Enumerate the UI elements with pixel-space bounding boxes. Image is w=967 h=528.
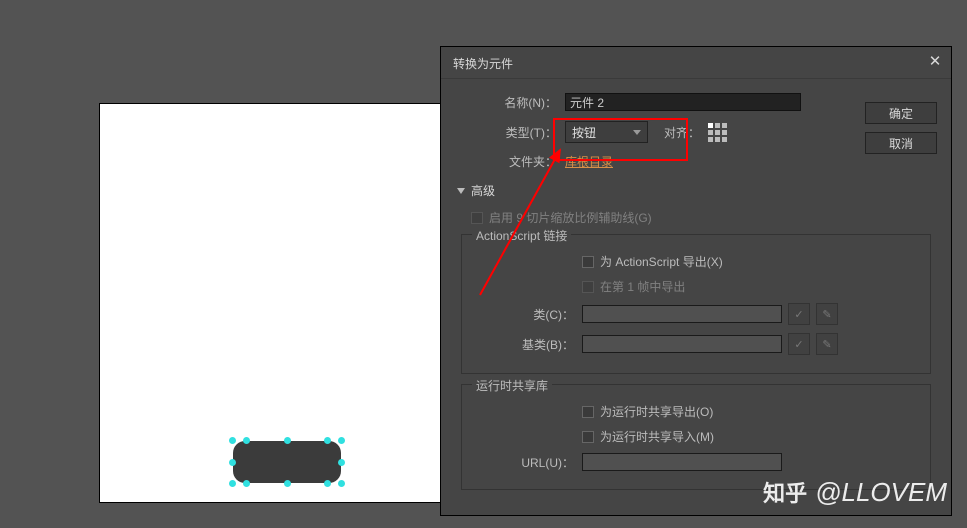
folder-label: 文件夹： <box>457 153 565 170</box>
resize-handle[interactable] <box>338 480 345 487</box>
watermark-site: 知乎 <box>763 476 807 508</box>
resize-handle[interactable] <box>229 437 236 444</box>
edit-button: ✎ <box>816 333 838 355</box>
selected-shape[interactable] <box>233 441 341 483</box>
advanced-label: 高级 <box>471 182 495 199</box>
dialog-title-text: 转换为元件 <box>453 57 513 71</box>
type-select-value: 按钮 <box>572 124 596 141</box>
resize-handle[interactable] <box>284 437 291 444</box>
advanced-toggle[interactable]: 高级 <box>457 182 935 199</box>
cancel-button[interactable]: 取消 <box>865 132 937 154</box>
as-legend: ActionScript 链接 <box>472 227 571 244</box>
chevron-down-icon <box>633 130 641 135</box>
chevron-down-icon <box>457 188 465 194</box>
ok-button[interactable]: 确定 <box>865 102 937 124</box>
export-as-checkbox[interactable] <box>582 256 594 268</box>
resize-handle[interactable] <box>229 480 236 487</box>
type-select[interactable]: 按钮 <box>565 121 648 143</box>
close-button[interactable]: ✕ <box>927 54 943 70</box>
class-input <box>582 305 782 323</box>
resize-handle[interactable] <box>243 480 250 487</box>
url-input <box>582 453 782 471</box>
slice-label: 启用 9 切片缩放比例辅助线(G) <box>489 209 652 226</box>
export-frame1-checkbox <box>582 281 594 293</box>
resize-handle[interactable] <box>284 480 291 487</box>
class-label: 类(C)： <box>474 306 582 323</box>
base-label: 基类(B)： <box>474 336 582 353</box>
base-input <box>582 335 782 353</box>
runtime-import-label: 为运行时共享导入(M) <box>600 428 714 445</box>
export-as-label: 为 ActionScript 导出(X) <box>600 253 723 270</box>
registration-grid[interactable] <box>708 123 727 142</box>
resize-handle[interactable] <box>243 437 250 444</box>
edit-button: ✎ <box>816 303 838 325</box>
resize-handle[interactable] <box>229 459 236 466</box>
stage-canvas[interactable] <box>99 103 442 503</box>
name-input[interactable] <box>565 93 801 111</box>
resize-handle[interactable] <box>338 459 345 466</box>
runtime-legend: 运行时共享库 <box>472 377 552 394</box>
validate-button: ✓ <box>788 333 810 355</box>
validate-button: ✓ <box>788 303 810 325</box>
convert-symbol-dialog: 转换为元件 ✕ 名称(N)： 类型(T)： 按钮 对齐： 文件夹： 库根目录 <box>440 46 952 516</box>
resize-handle[interactable] <box>324 480 331 487</box>
resize-handle[interactable] <box>338 437 345 444</box>
actionscript-fieldset: ActionScript 链接 为 ActionScript 导出(X) 在第 … <box>461 234 931 374</box>
dialog-titlebar: 转换为元件 ✕ <box>441 47 951 79</box>
type-label: 类型(T)： <box>457 124 565 141</box>
export-frame1-label: 在第 1 帧中导出 <box>600 278 685 295</box>
runtime-export-label: 为运行时共享导出(O) <box>600 403 713 420</box>
slice-checkbox[interactable] <box>471 212 483 224</box>
name-label: 名称(N)： <box>457 94 565 111</box>
resize-handle[interactable] <box>324 437 331 444</box>
runtime-export-checkbox[interactable] <box>582 406 594 418</box>
watermark: 知乎 @LLOVEM <box>763 476 947 508</box>
runtime-fieldset: 运行时共享库 为运行时共享导出(O) 为运行时共享导入(M) URL(U)： <box>461 384 931 490</box>
watermark-user: @LLOVEM <box>815 477 947 508</box>
align-label: 对齐： <box>664 124 700 141</box>
folder-link[interactable]: 库根目录 <box>565 153 613 170</box>
url-label: URL(U)： <box>474 454 582 471</box>
runtime-import-checkbox[interactable] <box>582 431 594 443</box>
